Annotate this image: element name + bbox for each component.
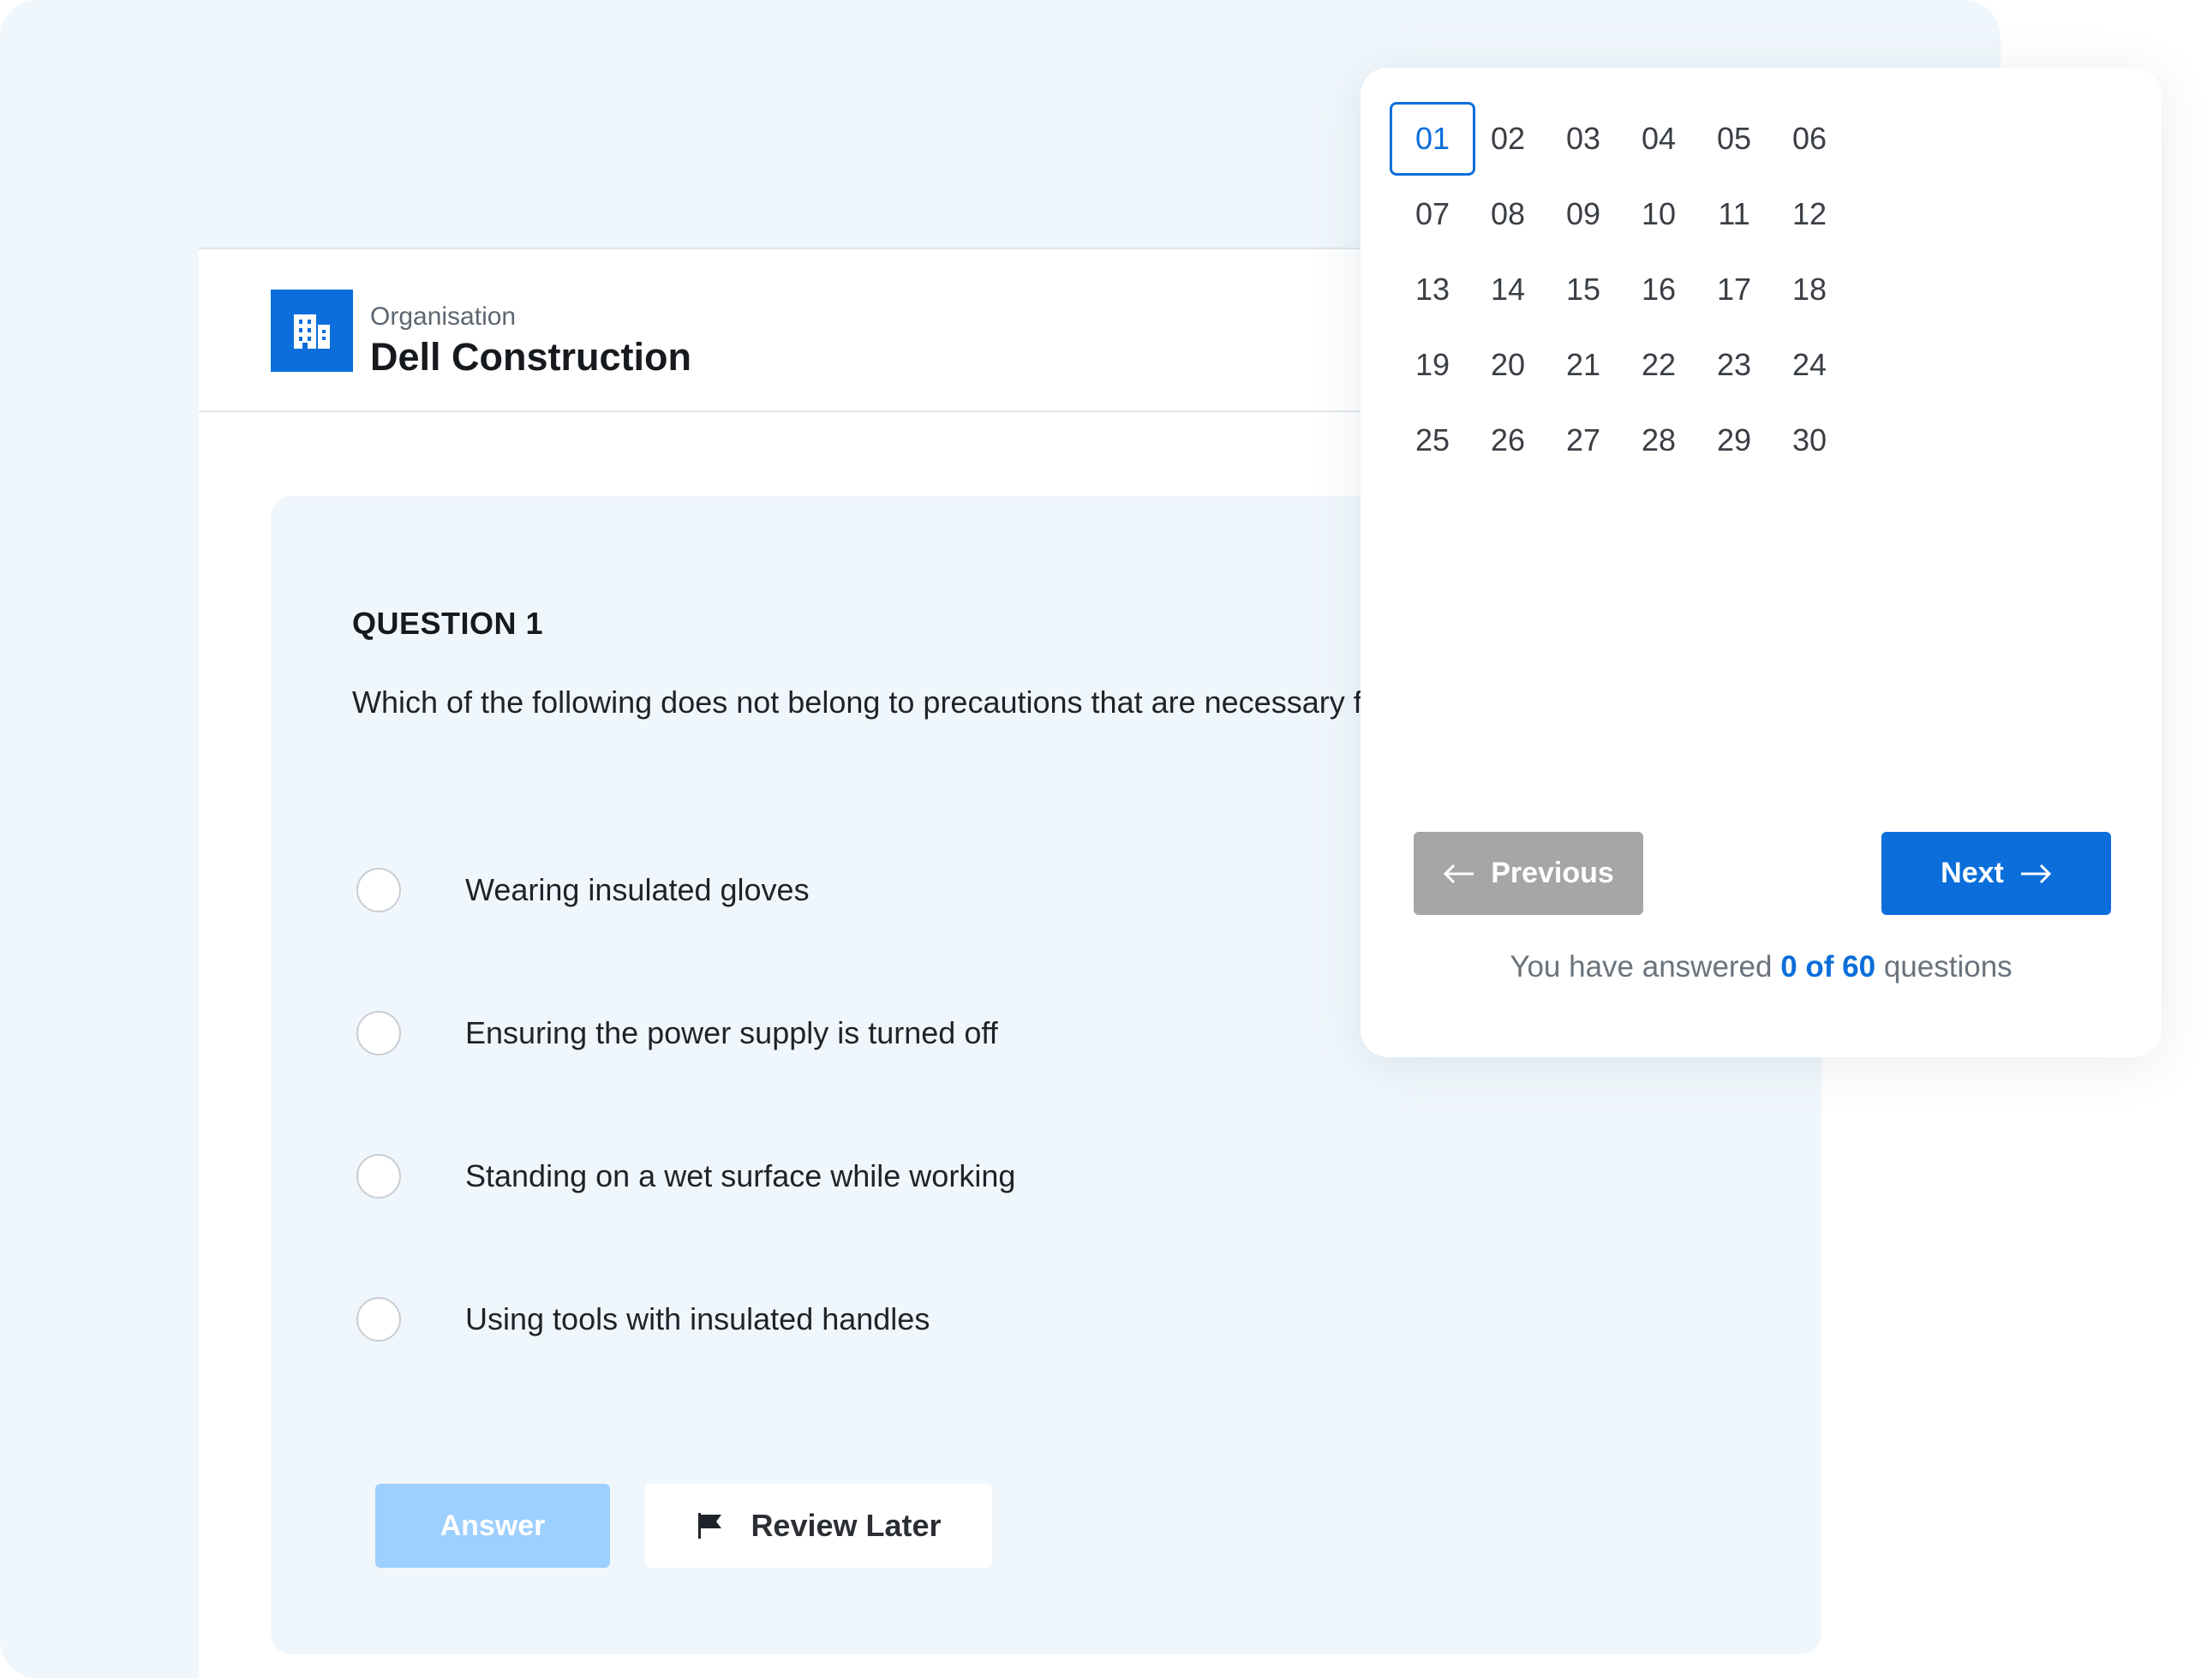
question-number-07[interactable]: 07 [1390, 177, 1475, 251]
question-number-12[interactable]: 12 [1767, 177, 1852, 251]
question-number-14[interactable]: 14 [1465, 253, 1551, 326]
question-number-18[interactable]: 18 [1767, 253, 1852, 326]
question-number-09[interactable]: 09 [1540, 177, 1626, 251]
progress-count: 0 of 60 [1780, 950, 1876, 983]
organisation-kicker: Organisation [370, 302, 517, 331]
question-number-01[interactable]: 01 [1390, 102, 1475, 176]
arrow-right-icon [2020, 864, 2051, 883]
answer-button[interactable]: Answer [375, 1484, 610, 1568]
review-later-label: Review Later [751, 1508, 942, 1543]
progress-suffix: questions [1875, 950, 2013, 983]
progress-prefix: You have answered [1510, 950, 1781, 983]
option-radio[interactable] [356, 1154, 401, 1199]
option-label: Standing on a wet surface while working [465, 1158, 1016, 1193]
option-label: Ensuring the power supply is turned off [465, 1015, 998, 1050]
question-number-03[interactable]: 03 [1540, 102, 1626, 176]
question-number-30[interactable]: 30 [1767, 404, 1852, 477]
question-number-23[interactable]: 23 [1691, 328, 1777, 402]
question-number-22[interactable]: 22 [1616, 328, 1702, 402]
flag-icon [696, 1511, 725, 1540]
question-number-26[interactable]: 26 [1465, 404, 1551, 477]
question-number-06[interactable]: 06 [1767, 102, 1852, 176]
question-number-13[interactable]: 13 [1390, 253, 1475, 326]
option-label: Using tools with insulated handles [465, 1301, 930, 1336]
progress-text: You have answered 0 of 60 questions [1361, 950, 2162, 984]
question-number-04[interactable]: 04 [1616, 102, 1702, 176]
organisation-name: Dell Construction [370, 335, 692, 379]
question-number-25[interactable]: 25 [1390, 404, 1475, 477]
previous-label: Previous [1491, 857, 1614, 889]
question-number-11[interactable]: 11 [1691, 177, 1777, 251]
option-radio[interactable] [356, 868, 401, 912]
question-number-16[interactable]: 16 [1616, 253, 1702, 326]
option-4[interactable]: Using tools with insulated handles [356, 1294, 930, 1345]
question-number-10[interactable]: 10 [1616, 177, 1702, 251]
question-number-02[interactable]: 02 [1465, 102, 1551, 176]
question-number-15[interactable]: 15 [1540, 253, 1626, 326]
question-number-28[interactable]: 28 [1616, 404, 1702, 477]
question-number-19[interactable]: 19 [1390, 328, 1475, 402]
building-icon [271, 290, 353, 372]
question-number-21[interactable]: 21 [1540, 328, 1626, 402]
arrow-left-icon [1444, 864, 1474, 883]
question-number-17[interactable]: 17 [1691, 253, 1777, 326]
review-later-button[interactable]: Review Later [645, 1484, 992, 1568]
option-radio[interactable] [356, 1297, 401, 1342]
previous-button[interactable]: Previous [1414, 832, 1643, 915]
question-number-05[interactable]: 05 [1691, 102, 1777, 176]
option-2[interactable]: Ensuring the power supply is turned off [356, 1007, 998, 1059]
question-navigator: 01 02 03 04 05 06 07 08 09 10 11 12 13 14 15 16 17 18 19 20… [1361, 68, 2162, 1057]
option-radio[interactable] [356, 1011, 401, 1055]
next-label: Next [1941, 857, 2004, 889]
next-button[interactable]: Next [1881, 832, 2111, 915]
question-number-20[interactable]: 20 [1465, 328, 1551, 402]
question-heading: QUESTION 1 [352, 606, 544, 641]
question-number-24[interactable]: 24 [1767, 328, 1852, 402]
question-number-27[interactable]: 27 [1540, 404, 1626, 477]
option-1[interactable]: Wearing insulated gloves [356, 864, 810, 916]
question-number-08[interactable]: 08 [1465, 177, 1551, 251]
option-label: Wearing insulated gloves [465, 872, 810, 907]
option-3[interactable]: Standing on a wet surface while working [356, 1151, 1015, 1202]
question-number-29[interactable]: 29 [1691, 404, 1777, 477]
